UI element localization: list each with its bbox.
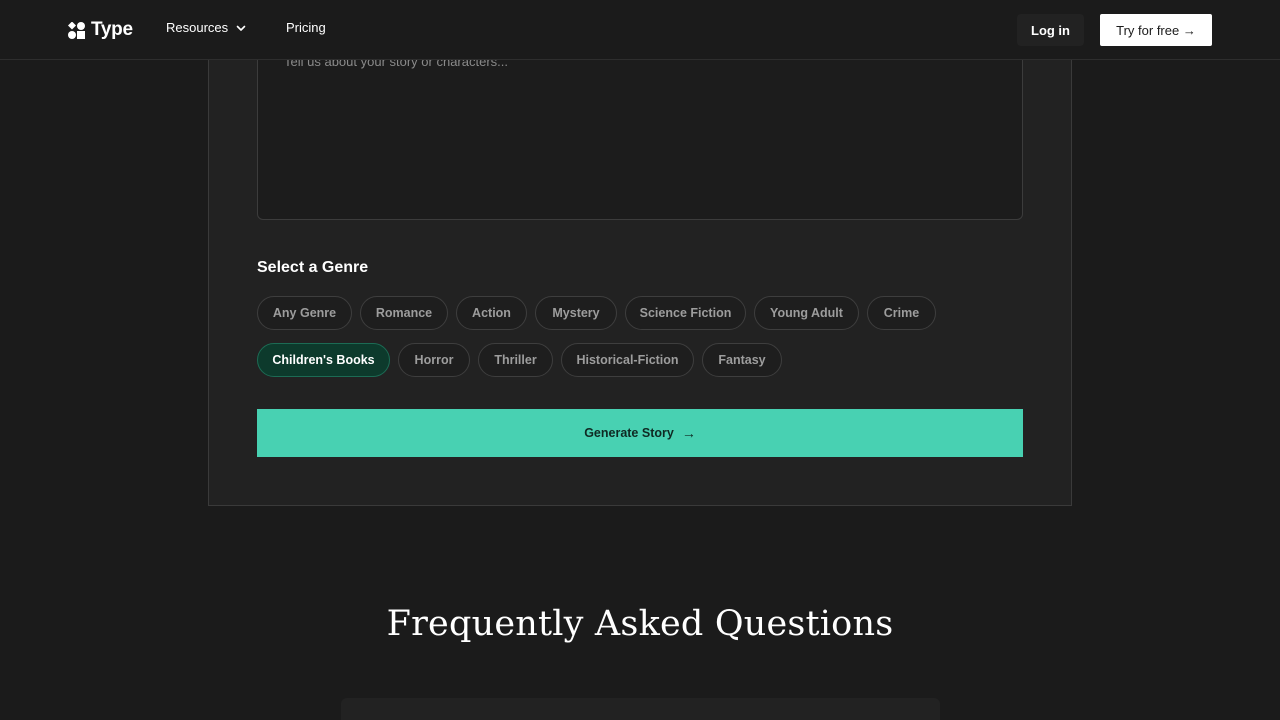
- genre-chip-romance[interactable]: Romance: [360, 296, 448, 330]
- genre-chip-young-adult[interactable]: Young Adult: [754, 296, 859, 330]
- nav-resources[interactable]: Resources: [166, 20, 246, 35]
- generate-story-button[interactable]: Generate Story →: [257, 409, 1023, 457]
- type-logo-icon: [68, 21, 85, 39]
- chevron-down-icon: [236, 25, 246, 31]
- genre-chip-childrens-books[interactable]: Children's Books: [257, 343, 390, 377]
- genre-chip-horror[interactable]: Horror: [398, 343, 470, 377]
- faq-title: Frequently Asked Questions: [386, 604, 894, 644]
- brand-name: Type: [91, 19, 133, 40]
- genre-chip-crime[interactable]: Crime: [867, 296, 936, 330]
- faq-item[interactable]: [341, 698, 940, 720]
- login-button[interactable]: Log in: [1017, 14, 1084, 46]
- nav-resources-label: Resources: [166, 20, 229, 35]
- genre-chip-any-genre[interactable]: Any Genre: [257, 296, 352, 330]
- genre-heading: Select a Genre: [257, 259, 369, 276]
- genre-chip-fantasy[interactable]: Fantasy: [702, 343, 782, 377]
- genre-chip-thriller[interactable]: Thriller: [478, 343, 553, 377]
- brand-logo[interactable]: Type: [68, 19, 133, 41]
- arrow-right-icon: →: [681, 425, 696, 441]
- navbar: Type Resources Pricing Log in Try for fr…: [0, 0, 1280, 60]
- nav-pricing[interactable]: Pricing: [286, 20, 326, 35]
- page: Select a Genre Any Genre Romance Action …: [0, 0, 1280, 720]
- genre-chip-action[interactable]: Action: [456, 296, 527, 330]
- genre-chip-mystery[interactable]: Mystery: [535, 296, 617, 330]
- genre-chip-historical-fiction[interactable]: Historical-Fiction: [561, 343, 694, 377]
- generate-story-label: Generate Story: [584, 426, 674, 440]
- genre-chip-science-fiction[interactable]: Science Fiction: [625, 296, 746, 330]
- try-for-free-button[interactable]: Try for free →: [1100, 14, 1212, 46]
